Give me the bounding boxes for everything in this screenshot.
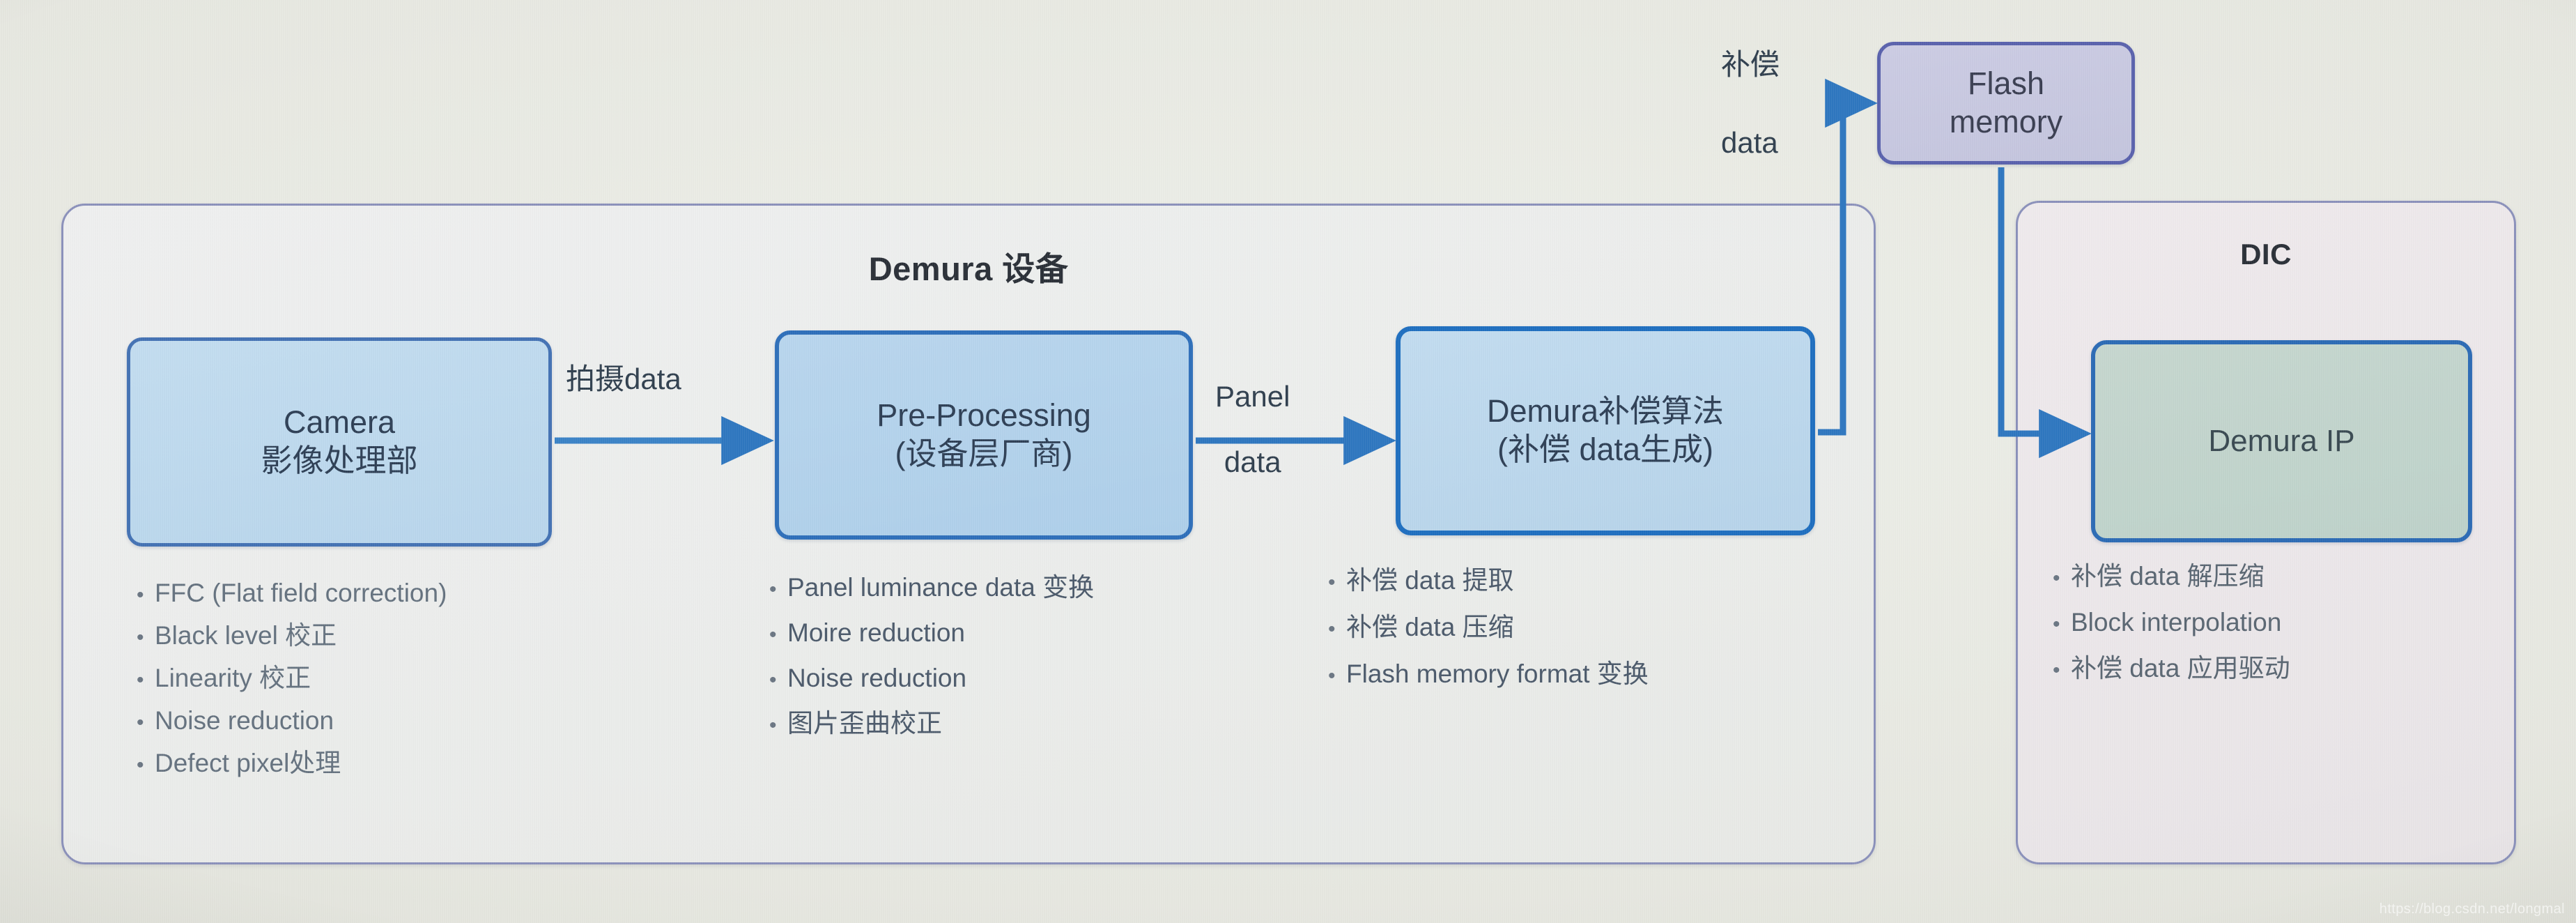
box-camera-line1: Camera (283, 404, 396, 441)
list-item-label: Block interpolation (2071, 608, 2282, 636)
box-algo-line1: Demura补偿算法 (1486, 393, 1725, 429)
box-demura-compensation-algorithm[interactable]: Demura补偿算法 (补偿 data生成) (1396, 326, 1815, 535)
box-demuraip-line1: Demura IP (2208, 424, 2355, 459)
list-camera-features: • FFC (Flat field correction) • Black level… (137, 580, 447, 793)
bullet-icon: • (1328, 664, 1336, 687)
list-item: • Flash memory format 变换 (1328, 661, 1649, 687)
bullet-icon: • (2053, 659, 2060, 682)
label-algo-to-flash-line2: data (1721, 126, 1778, 160)
list-item-label: Linearity 校正 (155, 664, 311, 692)
bullet-icon: • (769, 623, 777, 646)
list-item: • 补偿 data 解压缩 (2053, 563, 2290, 589)
bullet-icon: • (137, 711, 144, 734)
demura-panel-title: Demura 设备 (868, 250, 1069, 287)
box-algo-line2: (补偿 data生成) (1497, 432, 1714, 467)
label-algo-to-flash: 补偿 data (1721, 15, 1780, 192)
list-item: • Moire reduction (769, 620, 1094, 646)
bullet-icon: • (769, 714, 777, 737)
box-camera[interactable]: Camera 影像处理部 (127, 337, 552, 547)
list-item-label: Noise reduction (787, 664, 967, 692)
label-pre-to-algo-line2: data (1224, 445, 1281, 479)
box-pre-line1: Pre-Processing (877, 397, 1091, 434)
bullet-icon: • (1328, 571, 1336, 594)
list-dic-features: • 补偿 data 解压缩 • Block interpolation • 补偿 data… (2053, 563, 2290, 701)
list-item: • Noise reduction (137, 708, 447, 733)
box-flash-line1: Flash (1967, 66, 2045, 102)
list-item-label: 补偿 data 解压缩 (2071, 562, 2265, 590)
label-algo-to-flash-line1: 补偿 (1721, 48, 1780, 82)
list-item: • 补偿 data 压缩 (1328, 614, 1649, 640)
list-item-label: 补偿 data 压缩 (1346, 613, 1514, 641)
list-pre-processing-features: • Panel luminance data 变换 • Moire reduction… (769, 574, 1094, 756)
list-item: • Noise reduction (769, 665, 1094, 691)
diagram-canvas: Demura 设备 DIC Camera 影像处理部 Pre-Processin… (0, 0, 2576, 923)
box-camera-line2: 影像处理部 (261, 443, 418, 478)
list-item-label: 补偿 data 提取 (1346, 566, 1514, 595)
list-item: • Defect pixel处理 (137, 750, 447, 776)
label-pre-to-algo-line1: Panel (1215, 380, 1290, 413)
list-item-label: FFC (Flat field correction) (155, 579, 447, 607)
list-item-label: 图片歪曲校正 (787, 709, 942, 738)
bullet-icon: • (137, 583, 144, 607)
list-item-label: Moire reduction (787, 618, 966, 647)
bullet-icon: • (769, 578, 777, 601)
list-item: • Linearity 校正 (137, 665, 447, 691)
list-item: • 补偿 data 应用驱动 (2053, 655, 2290, 681)
list-item-label: Noise reduction (155, 706, 334, 735)
label-camera-to-pre: 拍摄data (566, 363, 681, 395)
list-item-label: Flash memory format 变换 (1346, 659, 1649, 688)
list-item-label: Panel luminance data 变换 (787, 573, 1095, 602)
list-item: • FFC (Flat field correction) (137, 580, 447, 606)
dic-panel-title: DIC (2240, 238, 2292, 270)
list-item-label: Black level 校正 (155, 621, 337, 650)
list-item: • 补偿 data 提取 (1328, 567, 1649, 593)
list-item: • Black level 校正 (137, 623, 447, 648)
bullet-icon: • (2053, 613, 2060, 636)
bullet-icon: • (1328, 618, 1336, 641)
bullet-icon: • (137, 626, 144, 649)
bullet-icon: • (137, 754, 144, 777)
watermark: https://blog.csdn.net/longmal (2379, 901, 2565, 917)
box-pre-processing[interactable]: Pre-Processing (设备层厂商) (775, 330, 1193, 540)
box-pre-line2: (设备层厂商) (895, 436, 1073, 471)
list-item: • Panel luminance data 变换 (769, 574, 1094, 600)
list-item: • 图片歪曲校正 (769, 710, 1094, 736)
bullet-icon: • (137, 669, 144, 692)
bullet-icon: • (769, 669, 777, 692)
list-item: • Block interpolation (2053, 609, 2290, 635)
box-demura-ip[interactable]: Demura IP (2091, 340, 2472, 542)
label-pre-to-algo: Panel data (1215, 347, 1290, 511)
list-algorithm-features: • 补偿 data 提取 • 补偿 data 压缩 • Flash memory form… (1328, 567, 1649, 708)
list-item-label: Defect pixel处理 (155, 749, 341, 777)
list-item-label: 补偿 data 应用驱动 (2071, 654, 2290, 682)
bullet-icon: • (2053, 567, 2060, 590)
box-flash-line2: memory (1949, 104, 2063, 139)
box-flash-memory[interactable]: Flash memory (1877, 42, 2135, 165)
